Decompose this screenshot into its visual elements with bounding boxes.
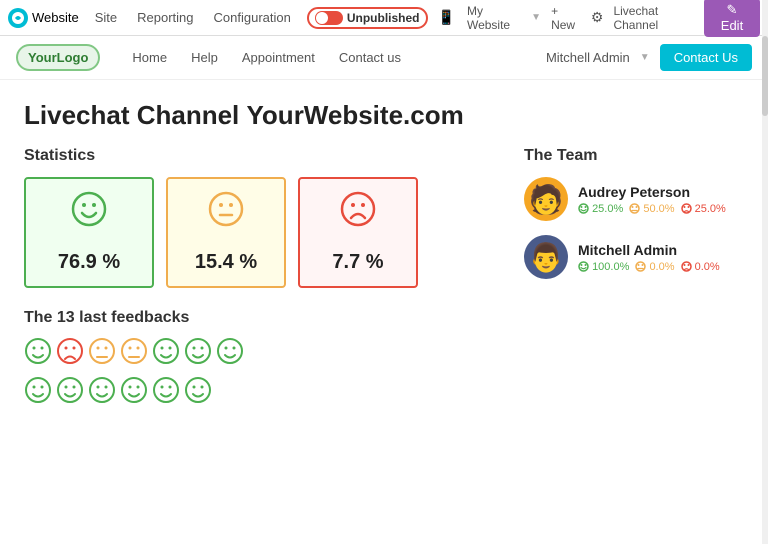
my-website-chevron: ▼: [531, 12, 541, 23]
neutral-face-icon: [208, 191, 244, 235]
app-logo: Website: [8, 8, 79, 28]
website-nav-links: Home Help Appointment Contact us: [120, 50, 413, 65]
mitchell-green-stat: 100.0%: [578, 261, 629, 273]
main-content: Livechat Channel YourWebsite.com Statist…: [0, 80, 768, 431]
audrey-stats: 25.0% 50.0% 25.0%: [578, 203, 726, 215]
nav-link-contact[interactable]: Contact us: [327, 50, 413, 65]
page-title: Livechat Channel YourWebsite.com: [24, 100, 744, 131]
gear-icon[interactable]: ⚙: [591, 9, 604, 26]
site-nav-item[interactable]: Site: [87, 6, 125, 29]
mitchell-info: Mitchell Admin 100.0% 0.0%: [578, 242, 720, 273]
toggle-switch: [315, 11, 343, 25]
logo-icon: [8, 8, 28, 28]
feedback-icon: [24, 337, 52, 372]
website-nav: YourLogo Home Help Appointment Contact u…: [0, 36, 768, 80]
feedback-icon: [120, 337, 148, 372]
nav-right: My Website ▼ + New ⚙ Livechat Channel ✎ …: [461, 0, 760, 37]
feedback-icon: [216, 337, 244, 372]
feedbacks-section: The 13 last feedbacks: [24, 309, 744, 411]
feedback-icon: [152, 376, 180, 411]
feedback-icon: [88, 376, 116, 411]
configuration-nav-item[interactable]: Configuration: [206, 6, 299, 29]
feedback-icon: [24, 376, 52, 411]
audrey-green-stat: 25.0%: [578, 203, 623, 215]
scrollbar-thumb[interactable]: [762, 36, 768, 116]
user-menu[interactable]: Mitchell Admin: [546, 50, 630, 65]
sad-face-icon: [340, 191, 376, 235]
stat-card-green: 76.9 %: [24, 177, 154, 288]
reporting-nav-item[interactable]: Reporting: [129, 6, 201, 29]
website-nav-right: Mitchell Admin ▼ Contact Us: [546, 44, 752, 71]
statistics-section: Statistics 76.9 %: [24, 147, 484, 288]
feedback-icon: [184, 376, 212, 411]
feedback-icon: [184, 337, 212, 372]
mitchell-yellow-stat: 0.0%: [635, 261, 674, 273]
page-title-suffix: YourWebsite.com: [247, 100, 464, 130]
stats-team-row: Statistics 76.9 %: [24, 147, 744, 293]
contact-us-button[interactable]: Contact Us: [660, 44, 752, 71]
feedback-icon: [56, 337, 84, 372]
nav-link-home[interactable]: Home: [120, 50, 179, 65]
mitchell-avatar: 👨: [524, 235, 568, 279]
feedback-icon: [120, 376, 148, 411]
page-title-prefix: Livechat Channel: [24, 100, 239, 130]
website-nav-item[interactable]: Website: [32, 10, 79, 25]
red-stat-value: 7.7 %: [332, 251, 383, 274]
mitchell-stats: 100.0% 0.0% 0.0%: [578, 261, 720, 273]
audrey-yellow-stat: 50.0%: [629, 203, 674, 215]
feedbacks-title: The 13 last feedbacks: [24, 309, 744, 327]
happy-face-icon: [71, 191, 107, 235]
scrollbar[interactable]: [762, 0, 768, 544]
unpublished-toggle[interactable]: Unpublished: [307, 7, 428, 29]
yellow-stat-value: 15.4 %: [195, 251, 257, 274]
green-stat-value: 76.9 %: [58, 251, 120, 274]
feedback-icon: [88, 337, 116, 372]
stat-card-yellow: 15.4 %: [166, 177, 286, 288]
unpublished-label: Unpublished: [347, 11, 420, 25]
team-section: The Team 🧑 Audrey Peterson 25.0%: [524, 147, 744, 293]
audrey-info: Audrey Peterson 25.0% 50.0%: [578, 184, 726, 215]
nav-link-help[interactable]: Help: [179, 50, 230, 65]
mitchell-red-stat: 0.0%: [681, 261, 720, 273]
stat-cards: 76.9 % 15.4 %: [24, 177, 484, 288]
stat-card-red: 7.7 %: [298, 177, 418, 288]
my-website-btn[interactable]: My Website: [461, 1, 527, 35]
user-chevron: ▼: [640, 52, 650, 63]
website-logo[interactable]: YourLogo: [16, 44, 100, 71]
phone-icon: 📱: [438, 9, 455, 26]
audrey-red-stat: 25.0%: [681, 203, 726, 215]
mitchell-name: Mitchell Admin: [578, 242, 720, 258]
team-title: The Team: [524, 147, 744, 165]
livechat-channel-nav-btn[interactable]: Livechat Channel: [607, 1, 700, 35]
feedback-icon: [152, 337, 180, 372]
feedback-icons: [24, 337, 244, 411]
team-member-audrey: 🧑 Audrey Peterson 25.0% 50.0%: [524, 177, 744, 221]
audrey-name: Audrey Peterson: [578, 184, 726, 200]
top-nav: Website Site Reporting Configuration Unp…: [0, 0, 768, 36]
nav-link-appointment[interactable]: Appointment: [230, 50, 327, 65]
team-member-mitchell: 👨 Mitchell Admin 100.0% 0.0%: [524, 235, 744, 279]
audrey-avatar: 🧑: [524, 177, 568, 221]
new-btn[interactable]: + New: [545, 1, 587, 35]
toggle-knob: [316, 12, 328, 24]
statistics-title: Statistics: [24, 147, 484, 165]
feedback-icon: [56, 376, 84, 411]
edit-button[interactable]: ✎ Edit: [704, 0, 760, 37]
